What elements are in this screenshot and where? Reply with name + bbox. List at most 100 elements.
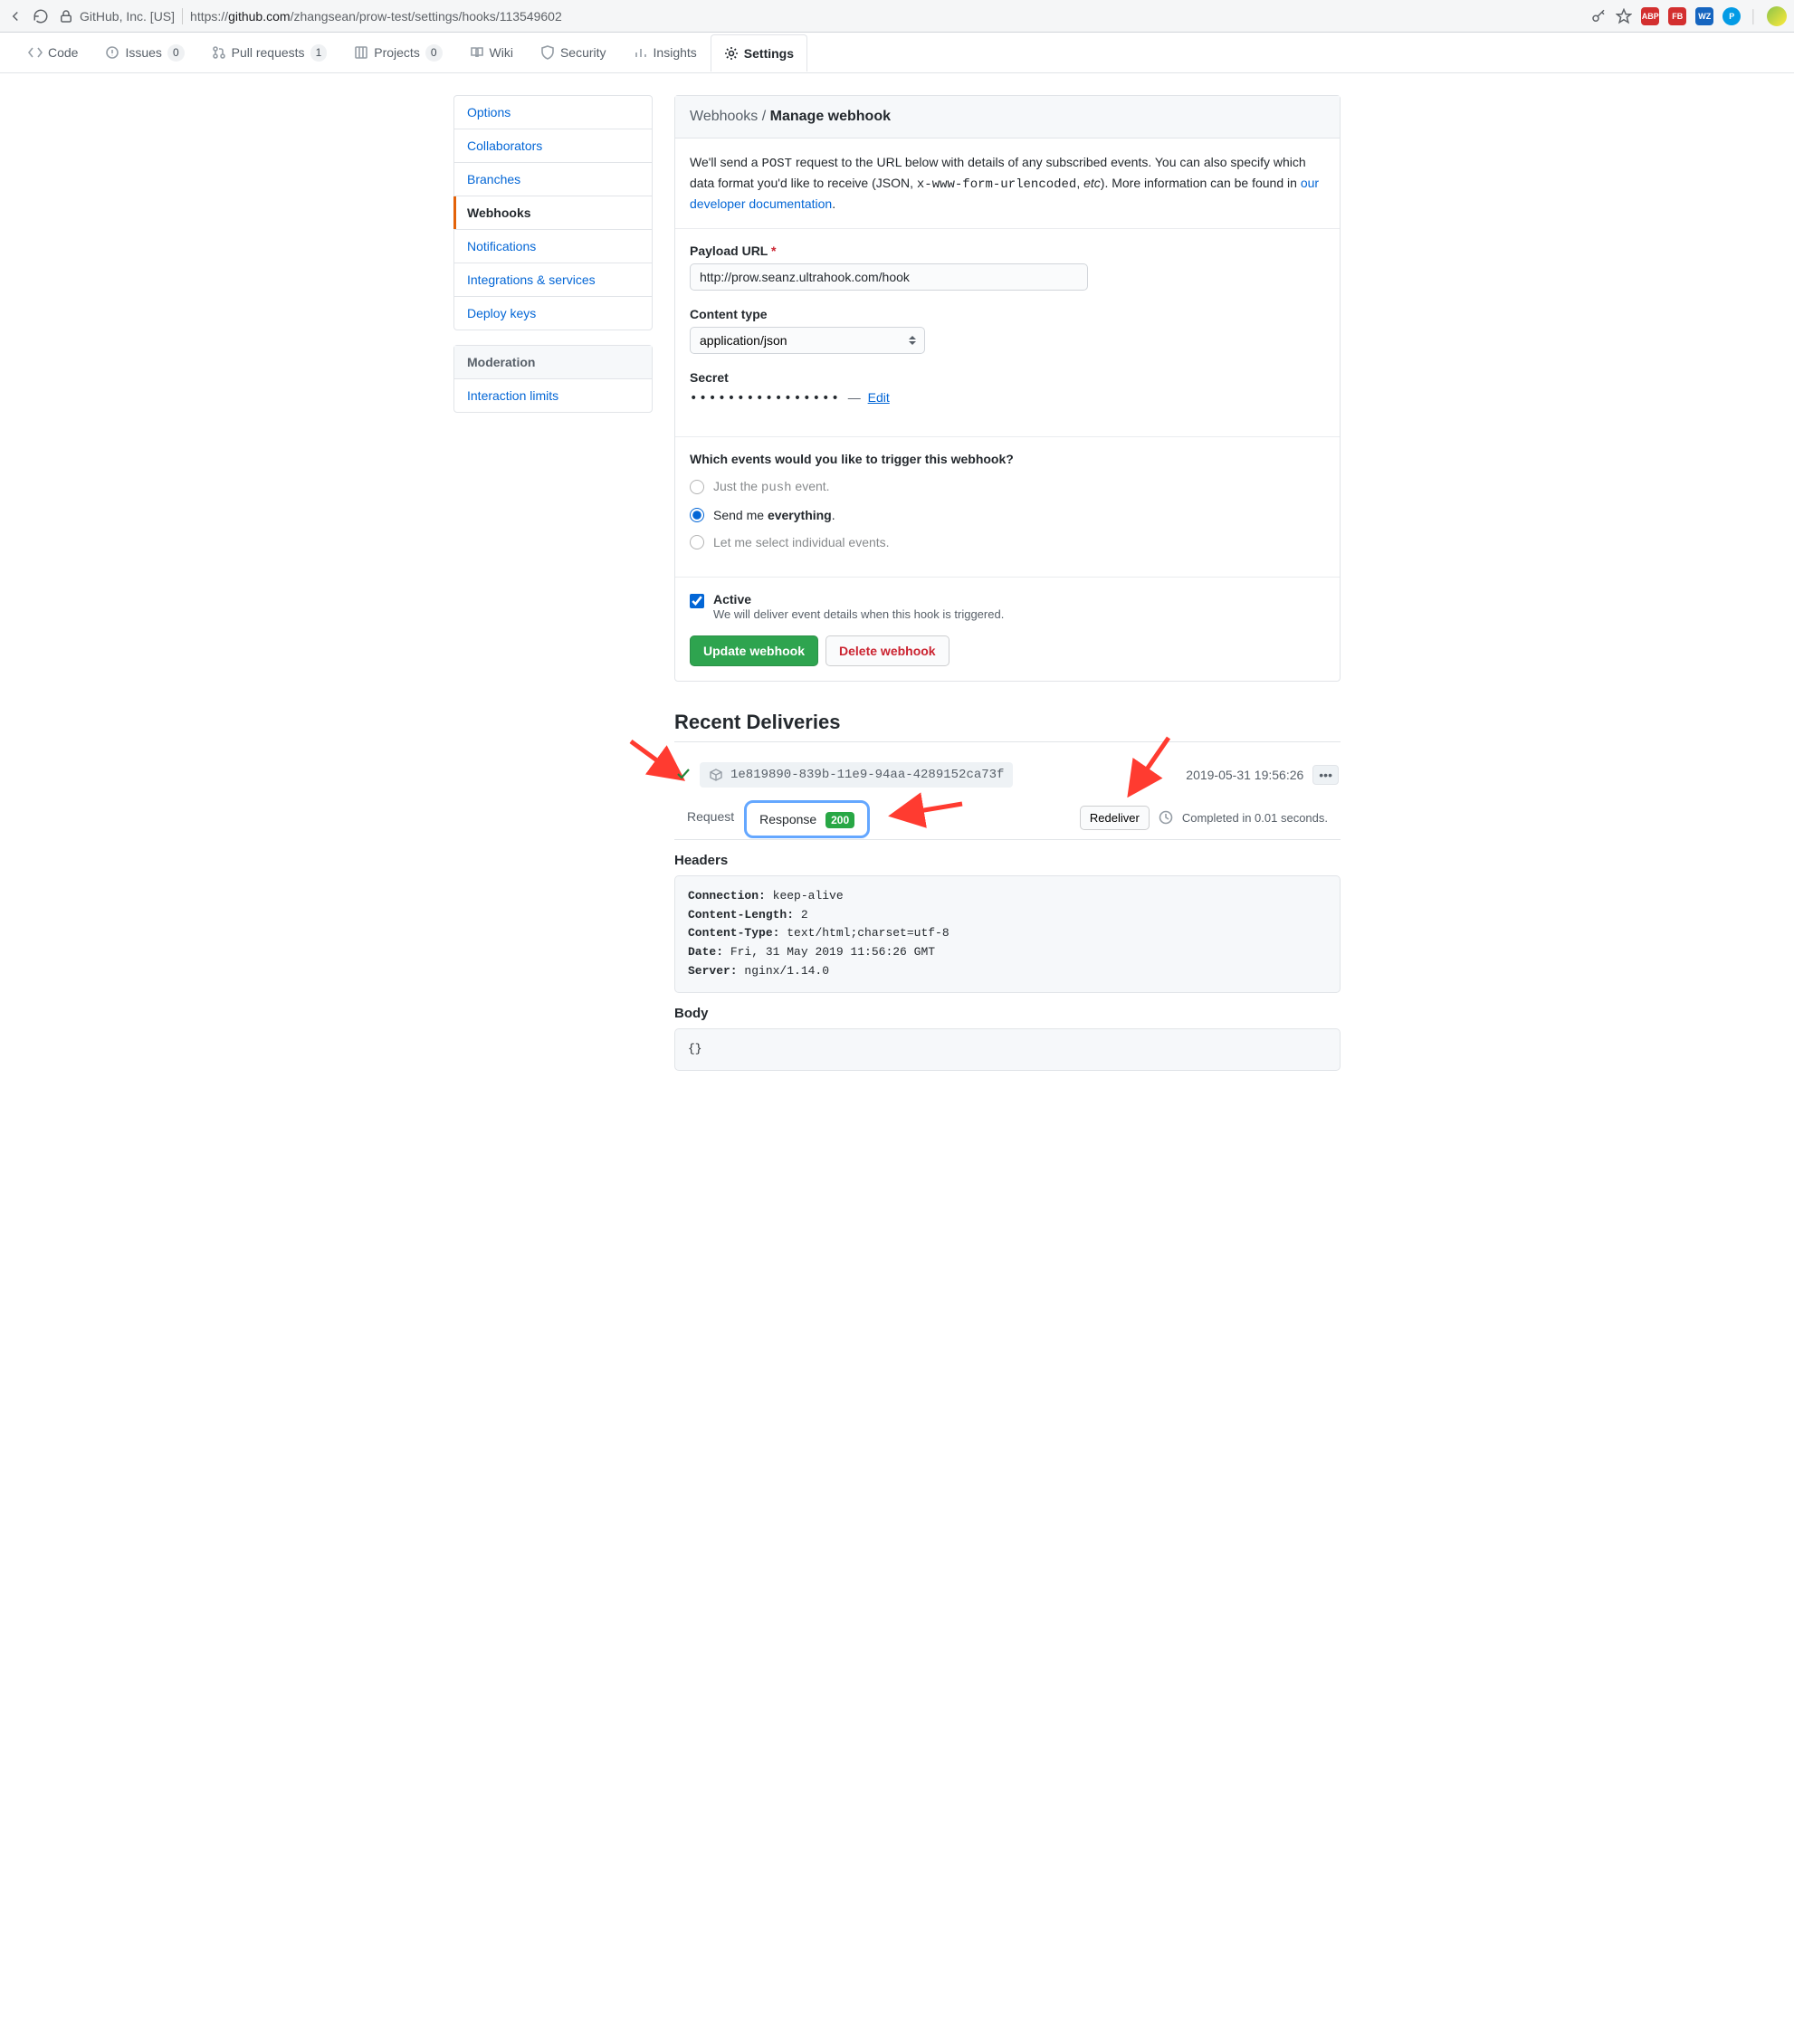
response-body: {} (674, 1028, 1341, 1071)
package-icon (709, 768, 723, 782)
browser-chrome: GitHub, Inc. [US] https://github.com/zha… (0, 0, 1794, 33)
active-label: Active (713, 592, 751, 607)
tab-label: Projects (374, 45, 420, 60)
graph-icon (634, 45, 648, 60)
star-icon[interactable] (1616, 8, 1632, 24)
book-icon (470, 45, 484, 60)
code-icon (28, 45, 43, 60)
sidebar-item-interaction-limits[interactable]: Interaction limits (454, 379, 652, 412)
tab-pulls[interactable]: Pull requests 1 (198, 33, 341, 72)
form-actions: Update webhook Delete webhook (675, 635, 1340, 681)
radio-push[interactable] (690, 480, 704, 494)
sidebar-item-notifications[interactable]: Notifications (454, 230, 652, 263)
events-option-individual[interactable]: Let me select individual events. (690, 535, 1325, 549)
status-code-badge: 200 (825, 812, 854, 828)
tab-label: Security (560, 45, 606, 60)
tab-wiki[interactable]: Wiki (456, 33, 527, 71)
kebab-icon[interactable]: ••• (1312, 765, 1339, 785)
intro-text: We'll send a POST request to the URL bel… (675, 138, 1340, 228)
site-identity: GitHub, Inc. [US] (80, 9, 175, 24)
page-title: Manage webhook (770, 109, 891, 124)
url-host: github.com (228, 9, 290, 24)
tab-label: Settings (744, 46, 794, 61)
tab-settings[interactable]: Settings (711, 34, 807, 72)
radio-everything[interactable] (690, 508, 704, 522)
tab-projects[interactable]: Projects 0 (340, 33, 455, 72)
tab-label: Issues (125, 45, 161, 60)
url-scheme: https:// (190, 9, 228, 24)
delivery-guid: 1e819890-839b-11e9-94aa-4289152ca73f (730, 768, 1004, 782)
tab-insights[interactable]: Insights (620, 33, 711, 71)
active-subtext: We will deliver event details when this … (713, 607, 1004, 621)
lock-icon (58, 8, 74, 24)
extension-abp-icon[interactable]: ABP (1641, 7, 1659, 25)
response-headers: Connection: keep-alive Content-Length: 2… (674, 875, 1341, 993)
events-heading: Which events would you like to trigger t… (690, 452, 1325, 466)
post-verb: POST (761, 157, 792, 171)
events-option-push[interactable]: Just the push event. (690, 479, 1325, 495)
projects-count: 0 (425, 44, 443, 62)
encoding-code: x-www-form-urlencoded (917, 177, 1076, 192)
address-bar[interactable]: GitHub, Inc. [US] https://github.com/zha… (58, 8, 1581, 24)
secret-dash: — (848, 390, 861, 405)
check-icon (676, 766, 691, 783)
body-label: Body (674, 1006, 1341, 1021)
key-icon[interactable] (1590, 8, 1607, 24)
redeliver-button[interactable]: Redeliver (1080, 806, 1150, 830)
tab-label: Code (48, 45, 78, 60)
secret-label: Secret (690, 370, 1325, 385)
recent-deliveries: Recent Deliveries 1e819890-839b-11e9-94a… (674, 711, 1341, 1071)
project-icon (354, 45, 368, 60)
tab-request[interactable]: Request (687, 809, 734, 835)
tab-label: Wiki (490, 45, 513, 60)
delivery-pane-tabs: Request Response 200 Redeliver Completed… (674, 797, 1341, 840)
active-checkbox-row[interactable]: Active We will deliver event details whe… (690, 592, 1325, 621)
settings-menu: Options Collaborators Branches Webhooks … (453, 95, 653, 330)
content-type-select[interactable]: application/json (690, 327, 925, 354)
content-type-label: Content type (690, 307, 1325, 321)
repo-nav: Code Issues 0 Pull requests 1 Projects 0… (0, 33, 1794, 73)
sidebar-item-collaborators[interactable]: Collaborators (454, 129, 652, 163)
sidebar-item-deploy-keys[interactable]: Deploy keys (454, 297, 652, 330)
tab-issues[interactable]: Issues 0 (91, 33, 197, 72)
tab-label: Insights (654, 45, 697, 60)
extension-wz-icon[interactable]: WZ (1695, 7, 1713, 25)
chrome-right-icons: ABP FB WZ P │ (1590, 6, 1787, 26)
settings-sidebar: Options Collaborators Branches Webhooks … (453, 95, 653, 427)
delivery-row[interactable]: 1e819890-839b-11e9-94aa-4289152ca73f 201… (674, 753, 1341, 797)
profile-avatar-icon[interactable] (1767, 6, 1787, 26)
reload-icon[interactable] (33, 8, 49, 24)
extension-p-icon[interactable]: P (1722, 7, 1741, 25)
delivery-id-chip: 1e819890-839b-11e9-94aa-4289152ca73f (700, 762, 1013, 788)
sidebar-item-webhooks[interactable]: Webhooks (454, 196, 652, 230)
extension-fb-icon[interactable]: FB (1668, 7, 1686, 25)
back-icon[interactable] (7, 8, 24, 24)
shield-icon (540, 45, 555, 60)
moderation-menu: Moderation Interaction limits (453, 345, 653, 413)
sidebar-item-branches[interactable]: Branches (454, 163, 652, 196)
box-header: Webhooks / Manage webhook (675, 96, 1340, 138)
tab-label: Pull requests (232, 45, 305, 60)
sidebar-item-integrations[interactable]: Integrations & services (454, 263, 652, 297)
payload-url-input[interactable] (690, 263, 1088, 291)
sidebar-item-options[interactable]: Options (454, 96, 652, 129)
update-webhook-button[interactable]: Update webhook (690, 635, 818, 666)
webhook-form: Payload URL * Content type application/j… (675, 228, 1340, 436)
delete-webhook-button[interactable]: Delete webhook (825, 635, 949, 666)
tab-response[interactable]: Response 200 (750, 807, 864, 832)
secret-mask: •••••••••••••••• (690, 391, 841, 406)
pulls-count: 1 (310, 44, 328, 62)
completed-text: Completed in 0.01 seconds. (1182, 811, 1328, 825)
tab-code[interactable]: Code (14, 33, 91, 71)
radio-individual[interactable] (690, 535, 704, 549)
tab-security[interactable]: Security (527, 33, 620, 71)
events-option-everything[interactable]: Send me everything. (690, 508, 1325, 522)
secret-edit-link[interactable]: Edit (868, 390, 890, 405)
issues-count: 0 (167, 44, 185, 62)
active-checkbox[interactable] (690, 594, 704, 608)
payload-url-label: Payload URL (690, 244, 768, 258)
annotation-arrow-icon (892, 798, 964, 828)
webhook-box: Webhooks / Manage webhook We'll send a P… (674, 95, 1341, 682)
gear-icon (724, 46, 739, 61)
main-content: Webhooks / Manage webhook We'll send a P… (674, 95, 1341, 1071)
